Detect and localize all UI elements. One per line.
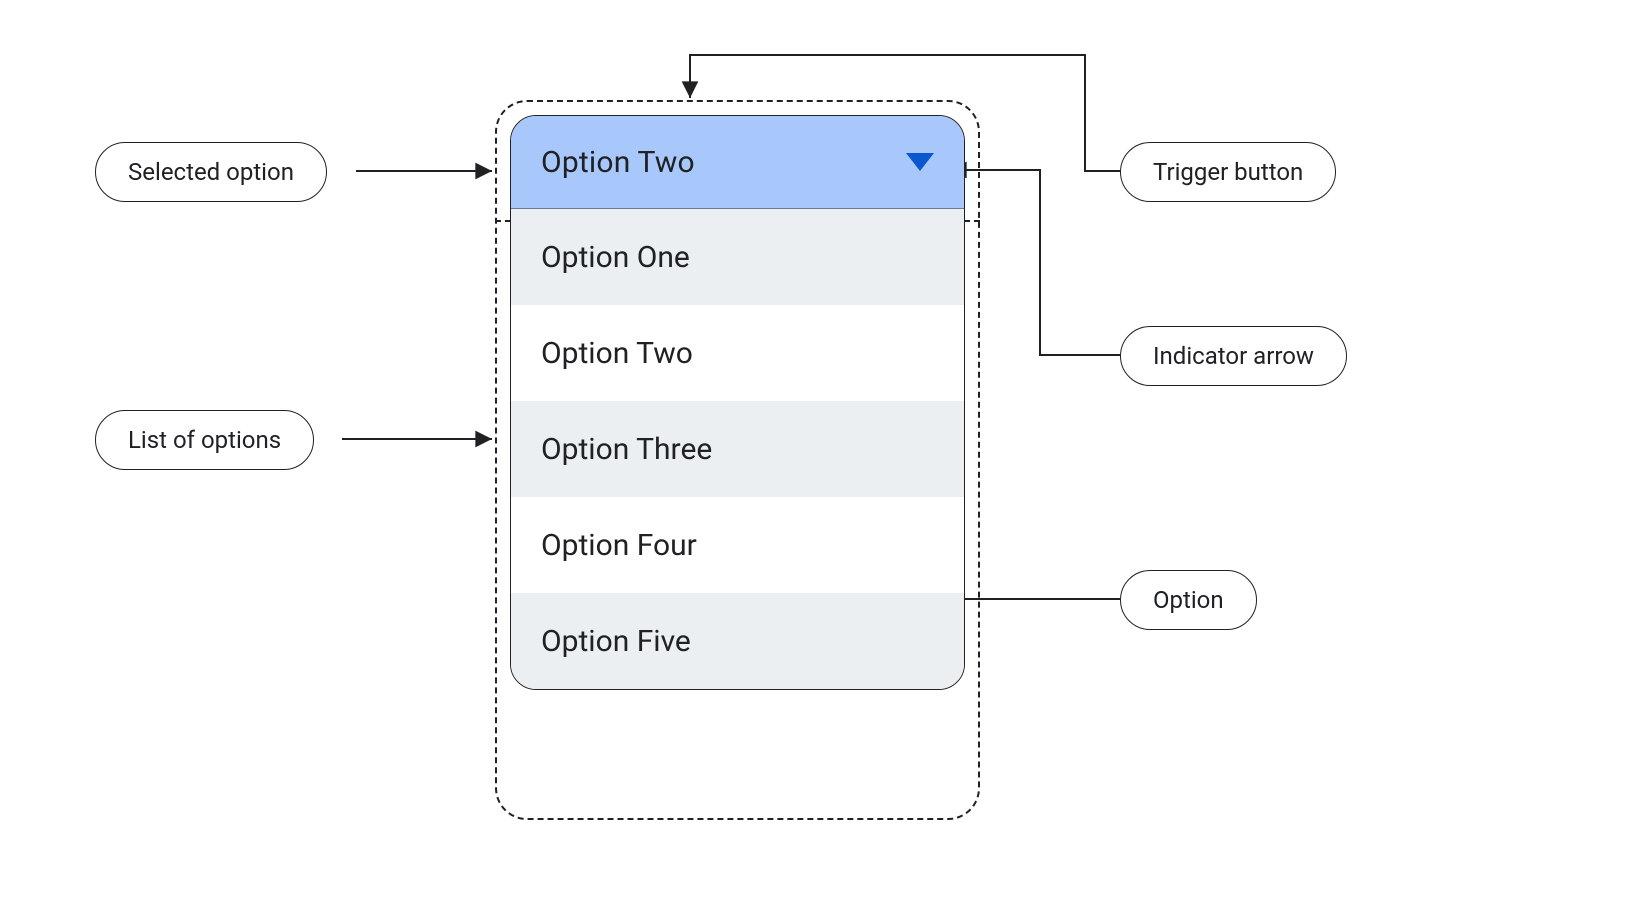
annotation-list-of-options: List of options — [95, 410, 314, 470]
option-label: Option Two — [541, 336, 693, 371]
annotation-selected-option: Selected option — [95, 142, 327, 202]
option-label: Option Three — [541, 432, 712, 467]
dropdown-option[interactable]: Option Five — [511, 593, 964, 689]
dropdown-option[interactable]: Option Four — [511, 497, 964, 593]
annotation-trigger-button: Trigger button — [1120, 142, 1336, 202]
dropdown: Option Two Option One Option Two Option … — [510, 115, 965, 690]
dropdown-option[interactable]: Option One — [511, 209, 964, 305]
dropdown-option[interactable]: Option Two — [511, 305, 964, 401]
option-label: Option Four — [541, 528, 697, 563]
option-label: Option Five — [541, 624, 691, 659]
option-label: Option One — [541, 240, 690, 275]
dropdown-trigger[interactable]: Option Two — [511, 116, 964, 209]
annotation-option: Option — [1120, 570, 1257, 630]
annotation-indicator-arrow: Indicator arrow — [1120, 326, 1347, 386]
chevron-down-icon — [906, 153, 934, 171]
selected-option-label: Option Two — [541, 145, 695, 180]
dropdown-option[interactable]: Option Three — [511, 401, 964, 497]
